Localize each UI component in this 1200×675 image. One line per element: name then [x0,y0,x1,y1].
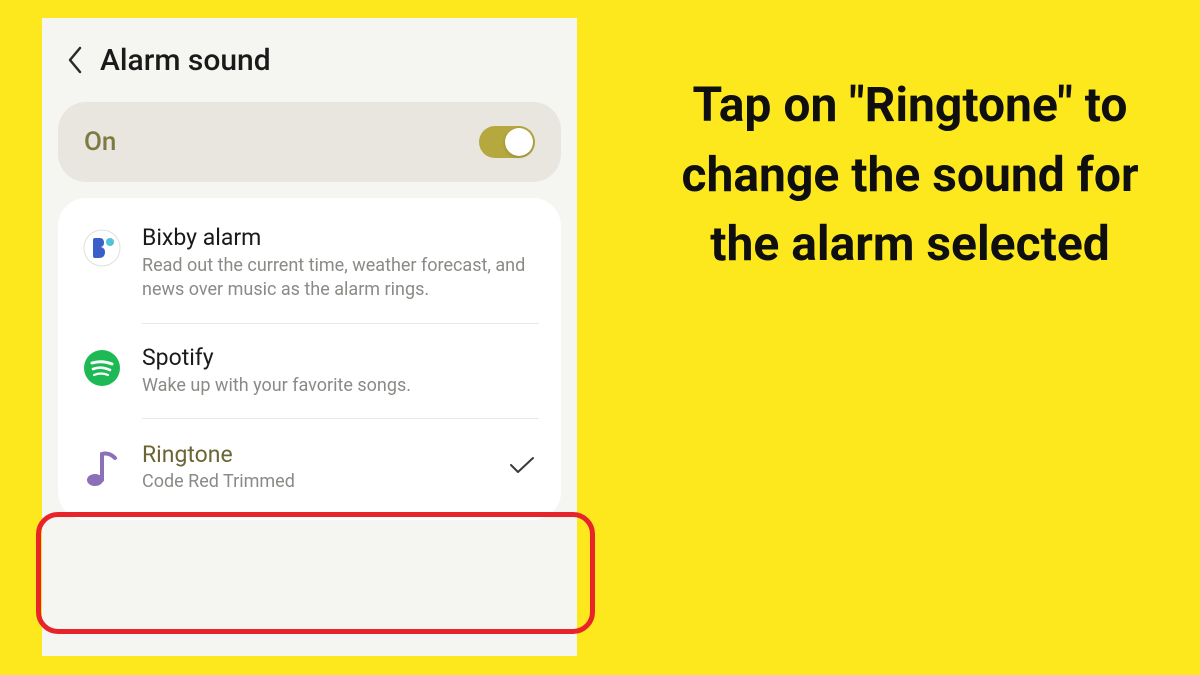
ringtone-title: Ringtone [142,441,509,468]
bixby-alarm-option[interactable]: Bixby alarm Read out the current time, w… [58,204,561,323]
toggle-label: On [84,127,116,157]
ringtone-text: Ringtone Code Red Trimmed [142,441,509,494]
spotify-title: Spotify [142,344,539,371]
bixby-title: Bixby alarm [142,224,539,251]
page-title: Alarm sound [100,43,271,78]
chevron-left-icon [66,45,86,75]
header-bar: Alarm sound [42,18,577,98]
bixby-subtitle: Read out the current time, weather forec… [142,254,539,303]
spotify-icon [80,346,124,390]
spotify-text: Spotify Wake up with your favorite songs… [142,344,539,398]
bixby-text: Bixby alarm Read out the current time, w… [142,224,539,303]
instruction-caption: Tap on "Ringtone" to change the sound fo… [660,70,1160,279]
alarm-sound-screen: Alarm sound On Bixby alarm Read out the … [42,18,577,656]
music-note-icon [80,447,124,491]
ringtone-subtitle: Code Red Trimmed [142,470,509,494]
toggle-knob [505,128,533,156]
bixby-icon [80,226,124,270]
ringtone-option[interactable]: Ringtone Code Red Trimmed [58,419,561,518]
sound-options-card: Bixby alarm Read out the current time, w… [58,198,561,520]
alarm-sound-toggle-card[interactable]: On [58,102,561,182]
checkmark-icon [509,456,535,480]
back-button[interactable] [56,40,96,80]
toggle-switch[interactable] [479,126,535,158]
spotify-option[interactable]: Spotify Wake up with your favorite songs… [58,324,561,418]
spotify-subtitle: Wake up with your favorite songs. [142,374,539,398]
